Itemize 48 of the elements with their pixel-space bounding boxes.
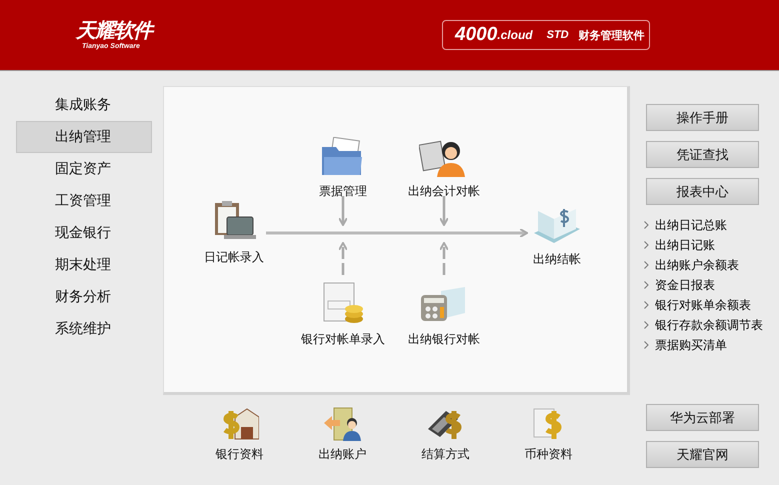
nav-item[interactable]: 系统维护 <box>16 313 152 345</box>
nav-item[interactable]: 期末处理 <box>16 249 152 281</box>
shortcut-label[interactable]: 结算方式 <box>422 446 470 463</box>
flow-node-label[interactable]: 出纳银行对帐 <box>408 331 480 348</box>
dashed-up-arrow <box>439 242 449 275</box>
flow-node-label[interactable]: 出纳会计对帐 <box>408 183 480 200</box>
chevron-icon <box>644 301 649 309</box>
side-button[interactable]: 操作手册 <box>646 104 759 131</box>
side-button[interactable]: 天耀官网 <box>646 441 759 468</box>
down-arrow <box>338 196 348 226</box>
product-suffix: .cloud <box>497 28 533 42</box>
dollar-bank-icon <box>220 407 258 441</box>
shortcut-label[interactable]: 出纳账户 <box>318 446 366 463</box>
chevron-icon <box>644 321 649 329</box>
logo-text: 天耀软件 <box>76 20 152 42</box>
report-link[interactable]: 银行对账单余额表 <box>655 296 751 314</box>
side-button[interactable]: 凭证查找 <box>646 141 759 168</box>
nav-item[interactable]: 现金银行 <box>16 217 152 249</box>
report-link[interactable]: 出纳账户余额表 <box>655 256 739 274</box>
report-link[interactable]: 资金日报表 <box>655 276 715 294</box>
chevron-icon <box>644 261 649 269</box>
nav-item[interactable]: 工资管理 <box>16 185 152 217</box>
report-link[interactable]: 出纳日记总账 <box>655 216 727 234</box>
nav-item[interactable]: 财务分析 <box>16 281 152 313</box>
door-person-icon <box>324 407 362 441</box>
flow-node-label[interactable]: 票据管理 <box>319 183 367 200</box>
chevron-icon <box>644 281 649 289</box>
shortcut-label[interactable]: 银行资料 <box>216 446 264 463</box>
flow-node-label[interactable]: 日记帐录入 <box>204 249 264 266</box>
nav-item[interactable]: 固定资产 <box>16 153 152 185</box>
product-number: 4000 <box>455 24 498 46</box>
report-link[interactable]: 银行存款余额调节表 <box>655 316 763 334</box>
product-name: 财务管理软件 <box>578 28 645 42</box>
chevron-icon <box>644 341 649 349</box>
report-link[interactable]: 出纳日记账 <box>655 236 715 254</box>
chevron-icon <box>644 221 649 229</box>
shortcut-label[interactable]: 币种资料 <box>524 446 572 463</box>
nav-item[interactable]: 集成账务 <box>16 89 152 121</box>
flow-node-label[interactable]: 出纳结帐 <box>533 251 581 268</box>
nav-item[interactable]: 出纳管理 <box>16 121 152 153</box>
side-button[interactable]: 华为云部署 <box>646 404 759 431</box>
down-arrow <box>439 196 449 226</box>
dashed-up-arrow <box>338 242 348 275</box>
chevron-icon <box>644 241 649 249</box>
edition-label: STD <box>546 29 569 41</box>
flow-node-label[interactable]: 银行对帐单录入 <box>301 331 385 348</box>
side-button[interactable]: 报表中心 <box>646 178 759 205</box>
report-link[interactable]: 票据购买清单 <box>655 336 727 354</box>
